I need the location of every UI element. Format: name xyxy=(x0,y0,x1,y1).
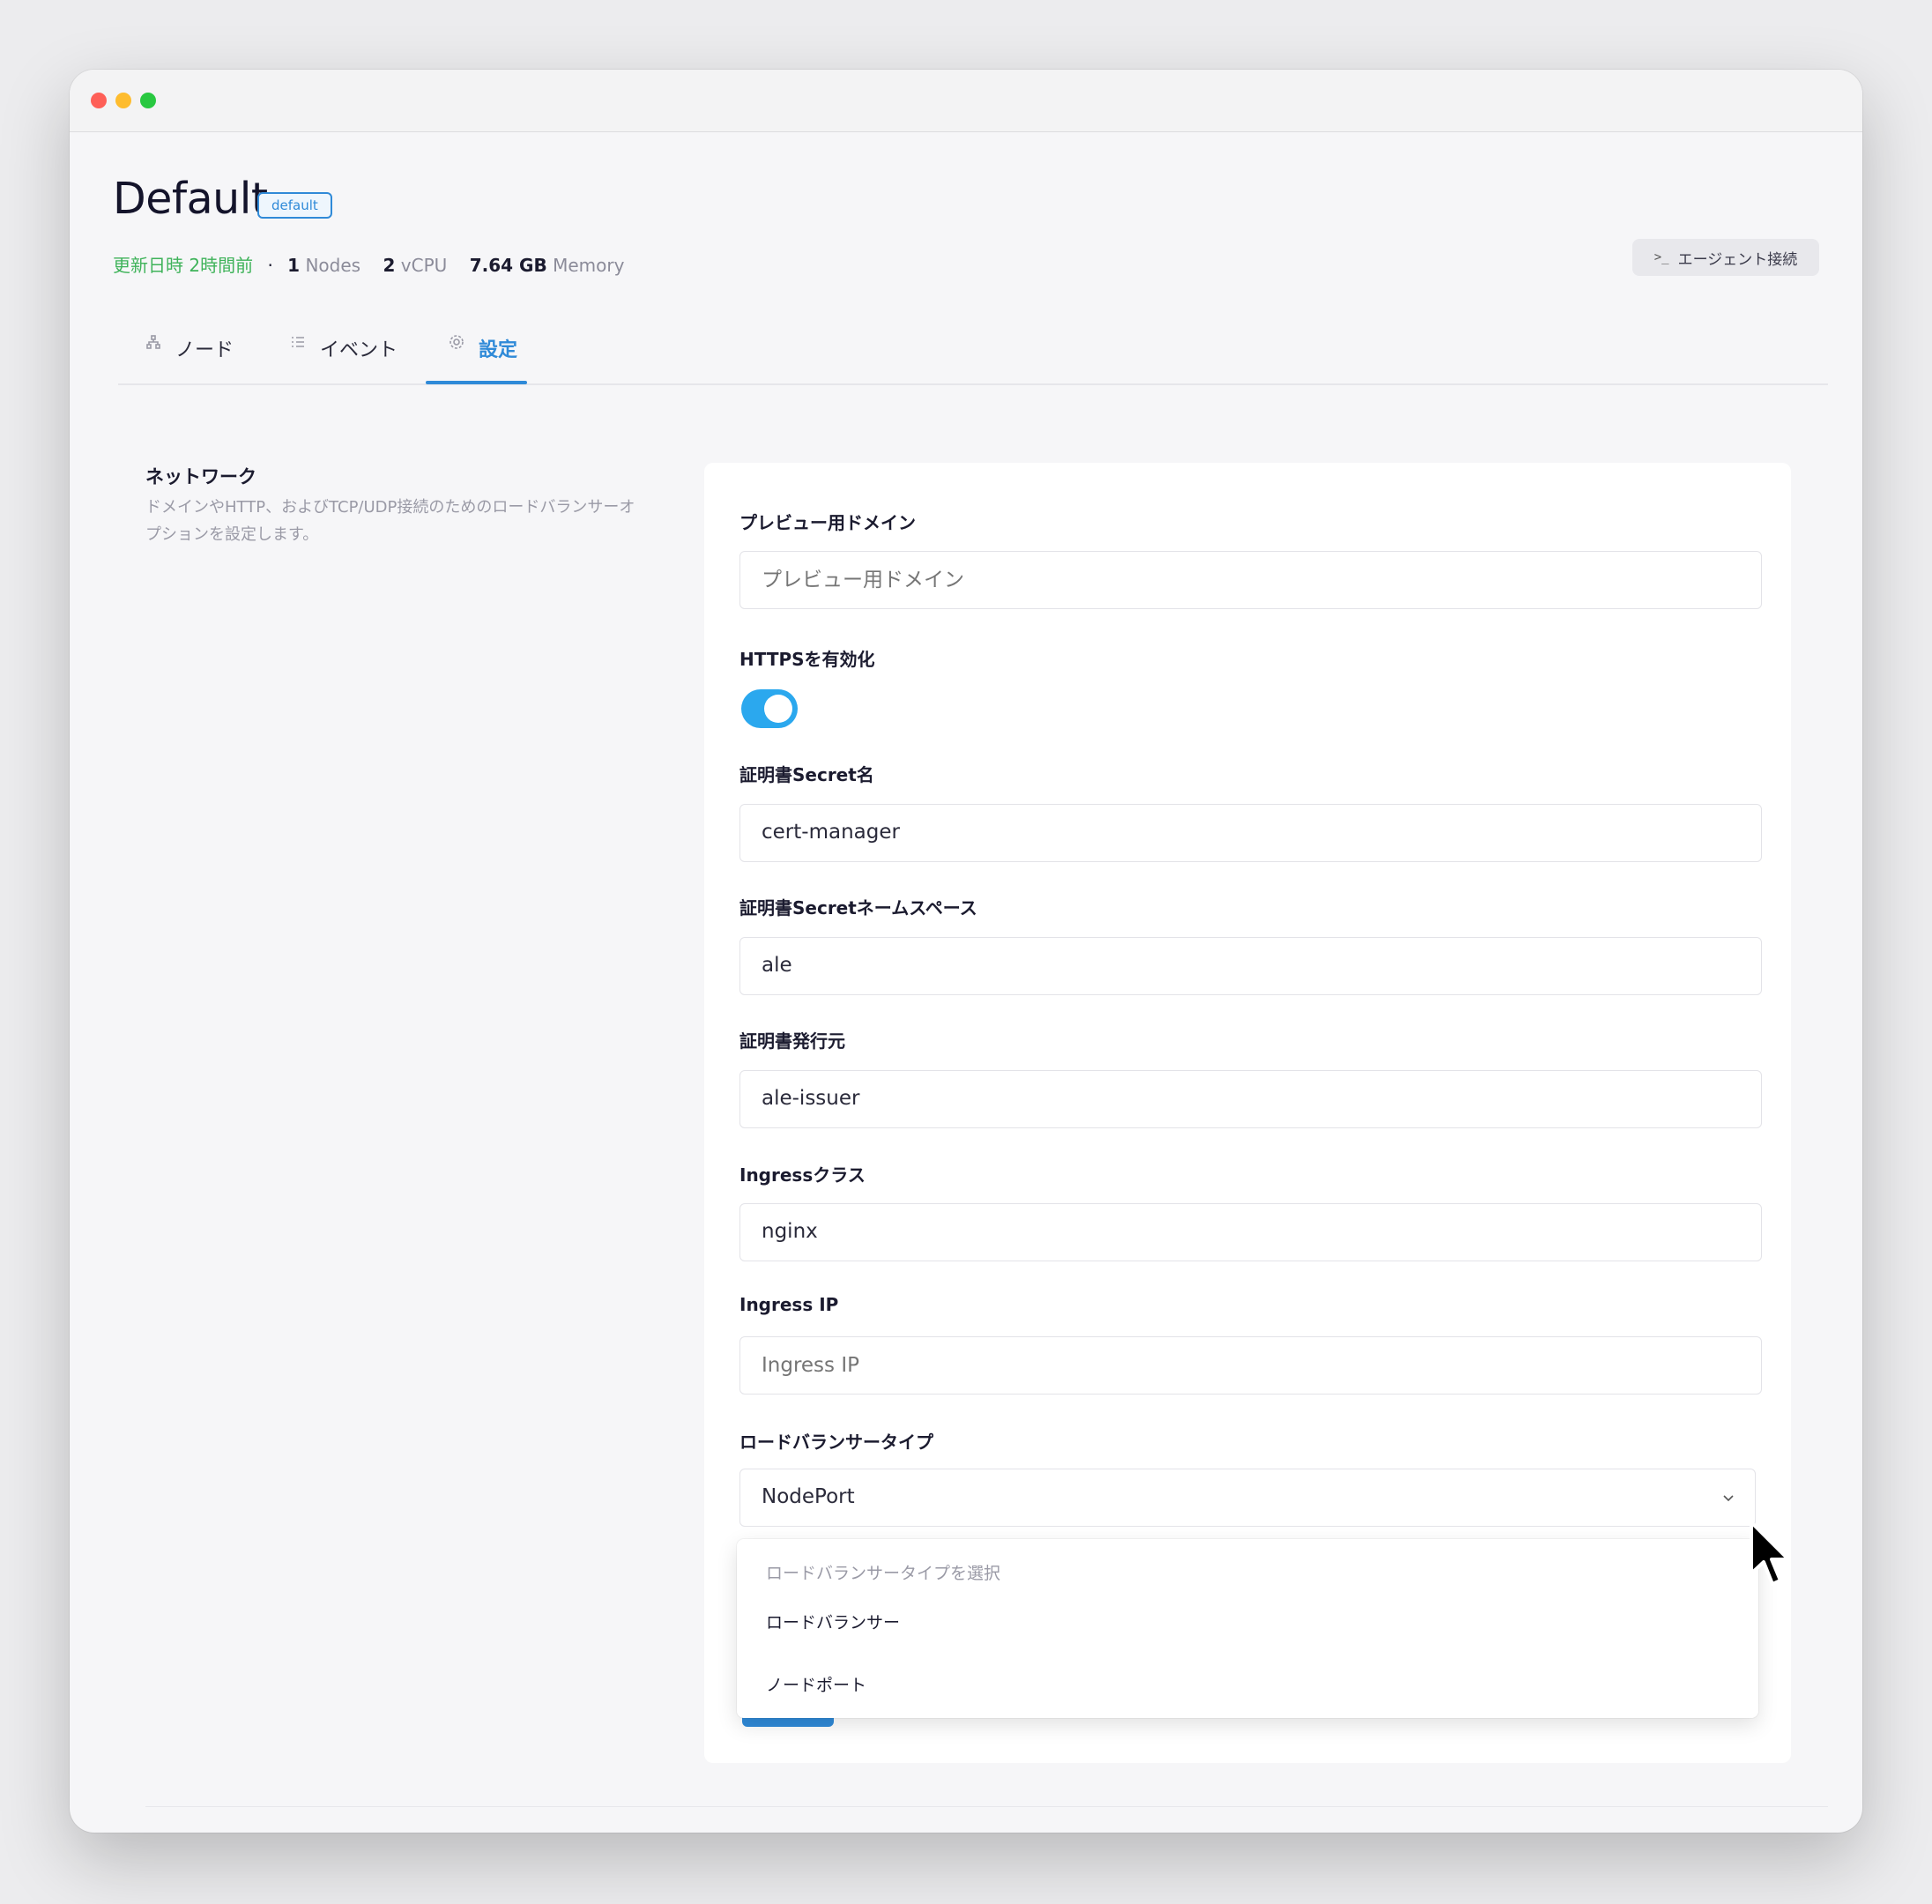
gear-icon xyxy=(447,334,466,353)
nodes-label: Nodes xyxy=(305,255,361,276)
tab-events[interactable]: イベント xyxy=(288,334,398,385)
minimize-window-button[interactable] xyxy=(115,93,131,108)
terminal-icon: >_ xyxy=(1653,250,1669,264)
https-label: HTTPSを有効化 xyxy=(739,649,875,670)
mouse-cursor-icon xyxy=(1750,1521,1790,1586)
dropdown-option-loadbalancer[interactable]: ロードバランサー xyxy=(766,1610,900,1633)
https-toggle[interactable] xyxy=(741,689,798,728)
chevron-down-icon xyxy=(1721,1469,1735,1525)
cert-issuer-input[interactable]: ale-issuer xyxy=(739,1070,1762,1128)
dropdown-option-nodeport[interactable]: ノードポート xyxy=(766,1672,866,1696)
preview-domain-label: プレビュー用ドメイン xyxy=(739,512,916,533)
tab-nodes[interactable]: ノード xyxy=(144,334,234,385)
cert-secret-namespace-label: 証明書Secretネームスペース xyxy=(739,897,977,919)
active-tab-indicator xyxy=(426,381,527,384)
vcpu-label: vCPU xyxy=(400,255,448,276)
ingress-ip-label: Ingress IP xyxy=(739,1294,839,1315)
maximize-window-button[interactable] xyxy=(140,93,156,108)
section-description: ドメインやHTTP、およびTCP/UDP接続のためのロードバランサーオプションを… xyxy=(145,498,635,544)
lb-type-selected-value: NodePort xyxy=(762,1485,855,1508)
default-badge: default xyxy=(257,192,332,219)
nodes-count: 1 xyxy=(287,255,301,276)
page-title: Default xyxy=(113,174,268,224)
updated-time: 更新日時 2時間前 xyxy=(113,255,254,276)
preview-domain-input[interactable] xyxy=(739,551,1762,609)
memory-label: Memory xyxy=(553,255,625,276)
lb-type-select[interactable]: NodePort xyxy=(739,1469,1756,1527)
cert-secret-name-input[interactable]: cert-manager xyxy=(739,804,1762,862)
ingress-ip-input[interactable] xyxy=(739,1336,1762,1395)
lb-type-label: ロードバランサータイプ xyxy=(739,1432,933,1453)
cert-secret-namespace-input[interactable]: ale xyxy=(739,937,1762,995)
app-window: Default default 更新日時 2時間前 · 1 Nodes 2 vC… xyxy=(70,70,1862,1833)
agent-connect-label: エージェント接続 xyxy=(1677,250,1798,269)
cluster-meta: 更新日時 2時間前 · 1 Nodes 2 vCPU 7.64 GB Memor… xyxy=(113,251,624,277)
cert-issuer-label: 証明書発行元 xyxy=(739,1030,845,1052)
footer-divider xyxy=(145,1806,1828,1807)
tab-settings[interactable]: 設定 xyxy=(447,334,517,385)
memory-value: 7.64 GB xyxy=(469,255,547,276)
ingress-class-label: Ingressクラス xyxy=(739,1164,866,1186)
list-icon xyxy=(288,334,308,353)
meta-separator: · xyxy=(267,255,273,276)
dropdown-header: ロードバランサータイプを選択 xyxy=(766,1564,1001,1583)
tab-settings-label: 設定 xyxy=(479,339,518,361)
toggle-knob xyxy=(764,695,792,723)
title-bar xyxy=(70,70,1862,132)
cert-secret-name-label: 証明書Secret名 xyxy=(739,764,874,785)
tab-nodes-label: ノード xyxy=(175,339,234,361)
network-icon xyxy=(144,334,163,353)
lb-type-dropdown-menu: ロードバランサータイプを選択 ロードバランサー ノードポート xyxy=(737,1539,1758,1718)
vcpu-count: 2 xyxy=(383,255,396,276)
section-title: ネットワーク xyxy=(145,466,256,487)
ingress-class-input[interactable]: nginx xyxy=(739,1203,1762,1261)
agent-connect-button[interactable]: >_ エージェント接続 xyxy=(1632,239,1819,276)
tab-events-label: イベント xyxy=(320,339,398,361)
close-window-button[interactable] xyxy=(91,93,107,108)
